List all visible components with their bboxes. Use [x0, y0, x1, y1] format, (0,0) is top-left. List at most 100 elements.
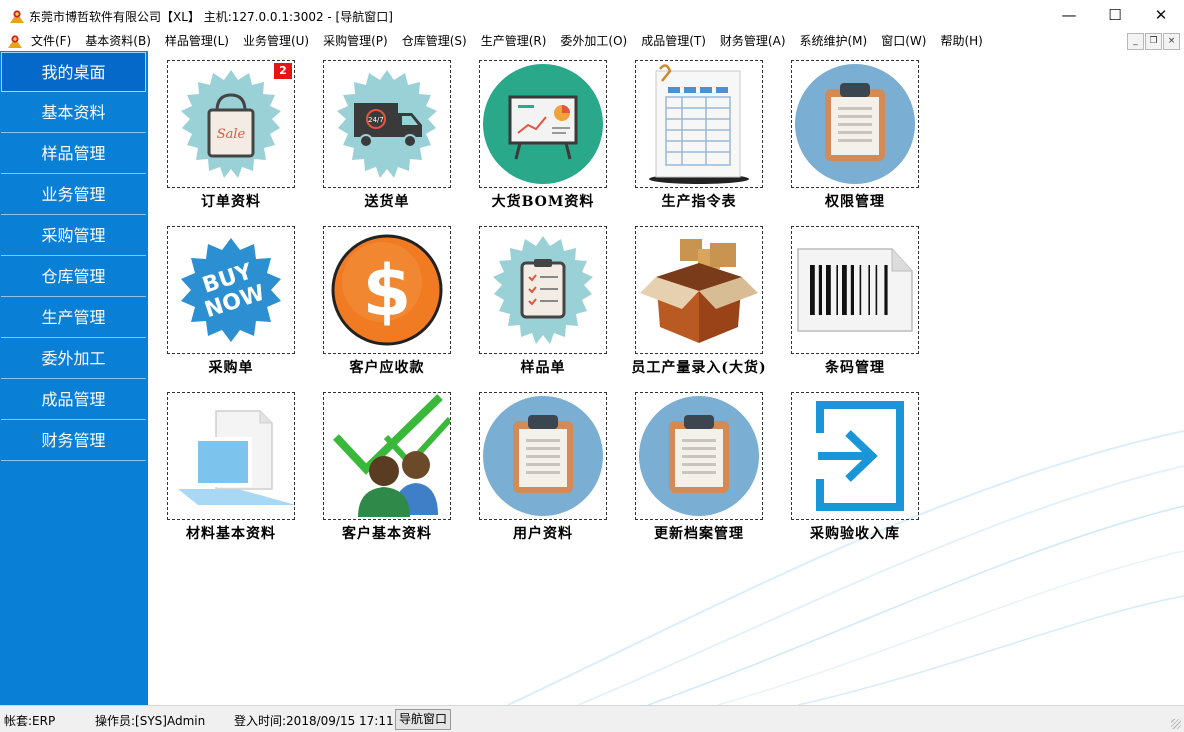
menu-help[interactable]: 帮助(H): [940, 33, 982, 49]
tile-sample-sheet[interactable]: 样品单: [460, 217, 616, 376]
menu-finance[interactable]: 财务管理(A): [720, 33, 786, 49]
sidebar-item-basic-data[interactable]: 基本资料: [1, 93, 146, 133]
status-account: 帐套:ERP: [4, 714, 56, 728]
tile-frame: 24/7: [323, 60, 451, 188]
checklist-icon: [493, 236, 593, 344]
document-monitor-icon: [178, 410, 294, 505]
sidebar-item-my-desktop[interactable]: 我的桌面: [1, 52, 146, 92]
tile-permission-mgmt[interactable]: 权限管理: [772, 51, 928, 210]
sidebar-item-warehouse[interactable]: 仓库管理: [1, 257, 146, 297]
minimize-button[interactable]: —: [1046, 0, 1092, 31]
delivery-truck-icon: 24/7: [337, 70, 437, 178]
status-operator: 操作员:[SYS]Admin: [95, 714, 206, 728]
tile-purchase-receiving[interactable]: 采购验收入库: [772, 383, 928, 542]
cardboard-box-icon: [640, 239, 758, 343]
tile-employee-output[interactable]: 员工产量录入(大货): [616, 217, 772, 376]
tile-frame: BUY NOW: [167, 226, 295, 354]
menu-production[interactable]: 生产管理(R): [481, 33, 547, 49]
tile-label: 大货BOM资料: [491, 194, 595, 210]
status-bar: 帐套:ERP 操作员:[SYS]Admin 登入时间:2018/09/15 17…: [0, 705, 1184, 732]
tile-customer-data[interactable]: 客户基本资料: [304, 383, 460, 542]
tile-frame: [791, 60, 919, 188]
shopping-bag-icon: Sale: [181, 70, 281, 178]
tile-label: 条码管理: [825, 360, 885, 376]
tile-label: 材料基本资料: [186, 526, 276, 542]
menu-business[interactable]: 业务管理(U): [243, 33, 309, 49]
menu-file[interactable]: 文件(F): [31, 33, 71, 49]
presentation-chart-icon: [483, 64, 603, 184]
desktop-area: Sale 2 订单资料 24/7 送货单 大货BOM资料 生产指令表 权限管理 …: [148, 51, 1184, 705]
tile-label: 更新档案管理: [654, 526, 744, 542]
tile-material-data[interactable]: 材料基本资料: [148, 383, 304, 542]
resize-grip[interactable]: [1171, 719, 1181, 729]
tile-frame: [635, 60, 763, 188]
tile-delivery-note[interactable]: 24/7 送货单: [304, 51, 460, 210]
menu-sample[interactable]: 样品管理(L): [165, 33, 229, 49]
notification-badge: 2: [274, 63, 292, 79]
tile-frame: [635, 392, 763, 520]
tile-order-data[interactable]: Sale 2 订单资料: [148, 51, 304, 210]
tile-update-archive[interactable]: 更新档案管理: [616, 383, 772, 542]
sidebar-item-production[interactable]: 生产管理: [1, 298, 146, 338]
tile-bom-data[interactable]: 大货BOM资料: [460, 51, 616, 210]
clipboard-icon: [483, 396, 603, 516]
menu-bar: 文件(F) 基本资料(B) 样品管理(L) 业务管理(U) 采购管理(P) 仓库…: [0, 31, 1184, 52]
tile-frame: [791, 226, 919, 354]
tile-label: 客户应收款: [349, 360, 425, 376]
tile-label: 采购单: [208, 360, 254, 376]
menu-outsourcing[interactable]: 委外加工(O): [560, 33, 627, 49]
document-logo-icon: [8, 35, 22, 48]
tile-frame: Sale 2: [167, 60, 295, 188]
menu-basic-data[interactable]: 基本资料(B): [85, 33, 151, 49]
tile-label: 员工产量录入(大货): [631, 360, 767, 376]
barcode-icon: [797, 248, 913, 332]
menu-purchase[interactable]: 采购管理(P): [323, 33, 388, 49]
maximize-button[interactable]: ☐: [1092, 0, 1138, 31]
tile-frame: [479, 392, 607, 520]
dollar-sign: $: [363, 250, 412, 332]
tile-frame: [791, 392, 919, 520]
tile-label: 送货单: [364, 194, 410, 210]
buy-now-icon: BUY NOW: [181, 238, 281, 342]
sign-in-arrow-icon: [816, 401, 904, 511]
clipboard-icon: [795, 64, 915, 184]
menu-warehouse[interactable]: 仓库管理(S): [402, 33, 467, 49]
tile-label: 样品单: [520, 360, 566, 376]
tile-label: 权限管理: [825, 194, 885, 210]
sidebar-item-sample[interactable]: 样品管理: [1, 134, 146, 174]
window-switch-button[interactable]: 导航窗口: [395, 709, 452, 730]
sidebar-item-outsourcing[interactable]: 委外加工: [1, 339, 146, 379]
sidebar-item-business[interactable]: 业务管理: [1, 175, 146, 215]
tile-purchase-order[interactable]: BUY NOW 采购单: [148, 217, 304, 376]
tile-label: 生产指令表: [661, 194, 737, 210]
tile-receivables[interactable]: $ 客户应收款: [304, 217, 460, 376]
app-logo-icon: [10, 10, 24, 23]
sidebar-item-finished-goods[interactable]: 成品管理: [1, 380, 146, 420]
mdi-close-button[interactable]: ×: [1163, 33, 1180, 50]
tile-frame: [479, 60, 607, 188]
tile-frame: [479, 226, 607, 354]
tile-barcode-mgmt[interactable]: 条码管理: [772, 217, 928, 376]
tile-frame: [323, 392, 451, 520]
dollar-icon: $: [331, 234, 443, 346]
tile-label: 客户基本资料: [342, 526, 432, 542]
mdi-minimize-button[interactable]: _: [1127, 33, 1144, 50]
tile-user-data[interactable]: 用户资料: [460, 383, 616, 542]
sidebar: 我的桌面 基本资料 样品管理 业务管理 采购管理 仓库管理 生产管理 委外加工 …: [0, 51, 148, 705]
menu-system[interactable]: 系统维护(M): [800, 33, 868, 49]
mdi-restore-button[interactable]: ❐: [1145, 33, 1162, 50]
status-login-time: 登入时间:2018/09/15 17:11: [234, 714, 394, 728]
tile-frame: $: [323, 226, 451, 354]
tile-production-order[interactable]: 生产指令表: [616, 51, 772, 210]
sidebar-item-finance[interactable]: 财务管理: [1, 421, 146, 461]
truck-label: 24/7: [368, 116, 384, 124]
tile-label: 采购验收入库: [810, 526, 900, 542]
tile-frame: [635, 226, 763, 354]
close-button[interactable]: ✕: [1138, 0, 1184, 31]
sidebar-item-purchase[interactable]: 采购管理: [1, 216, 146, 256]
spreadsheet-icon: [649, 64, 749, 184]
clipboard-icon: [639, 396, 759, 516]
menu-finished-goods[interactable]: 成品管理(T): [641, 33, 706, 49]
tile-label: 用户资料: [513, 526, 573, 542]
menu-window[interactable]: 窗口(W): [881, 33, 926, 49]
